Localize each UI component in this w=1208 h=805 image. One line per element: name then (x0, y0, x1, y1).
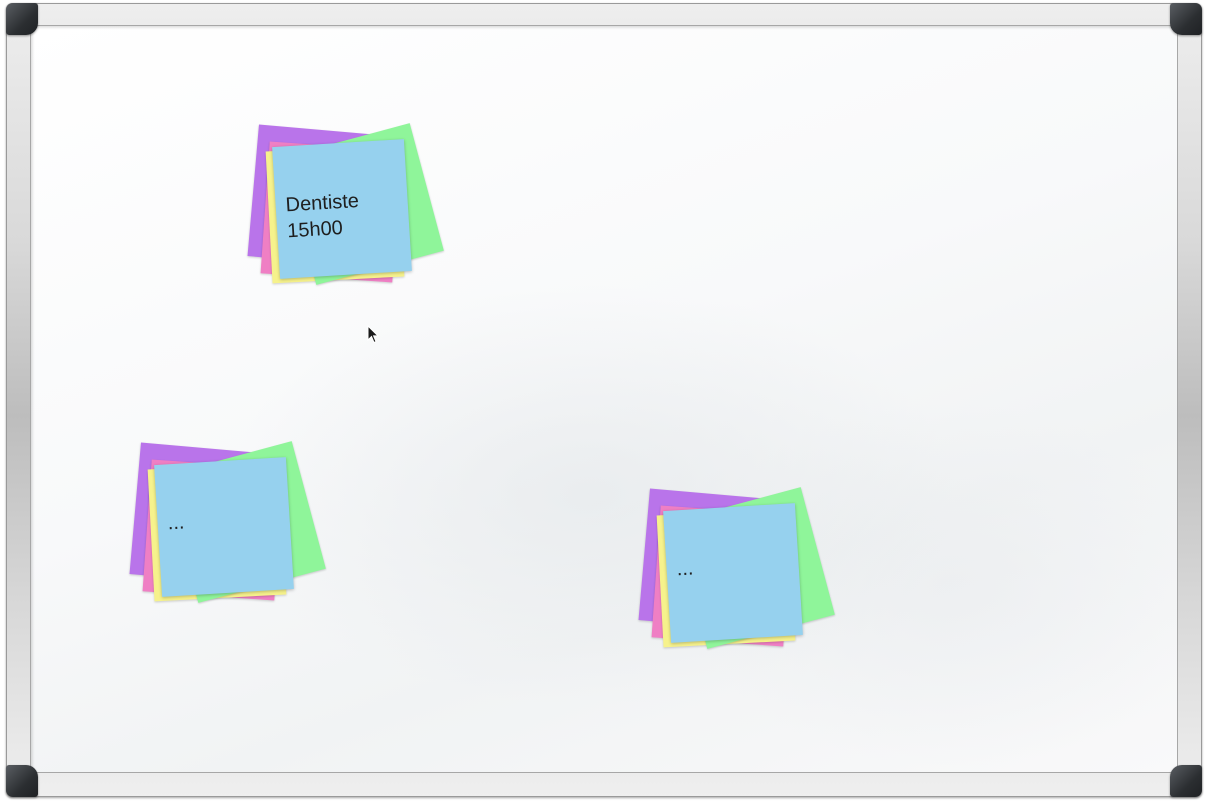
sticky-note-text[interactable]: Dentiste 15h00 (285, 190, 360, 242)
sticky-note-text[interactable]: ... (167, 511, 185, 534)
sticky-note-text[interactable]: ... (676, 557, 694, 580)
whiteboard (6, 3, 1202, 797)
top-left-corner-cap (6, 3, 38, 35)
sticky-note-stack[interactable]: Dentiste 15h00 (245, 123, 445, 296)
whiteboard-surface[interactable] (30, 25, 1178, 773)
bottom-left-corner-cap (6, 765, 38, 797)
sticky-note-blue[interactable]: ... (154, 457, 294, 597)
sticky-note-stack[interactable]: ... (127, 441, 327, 614)
top-right-corner-cap (1170, 3, 1202, 35)
mouse-pointer-icon (367, 325, 379, 344)
bottom-right-corner-cap (1170, 765, 1202, 797)
sticky-note-blue[interactable]: Dentiste 15h00 (272, 139, 412, 279)
sticky-note-blue[interactable]: ... (663, 503, 803, 643)
sticky-note-stack[interactable]: ... (636, 487, 836, 660)
